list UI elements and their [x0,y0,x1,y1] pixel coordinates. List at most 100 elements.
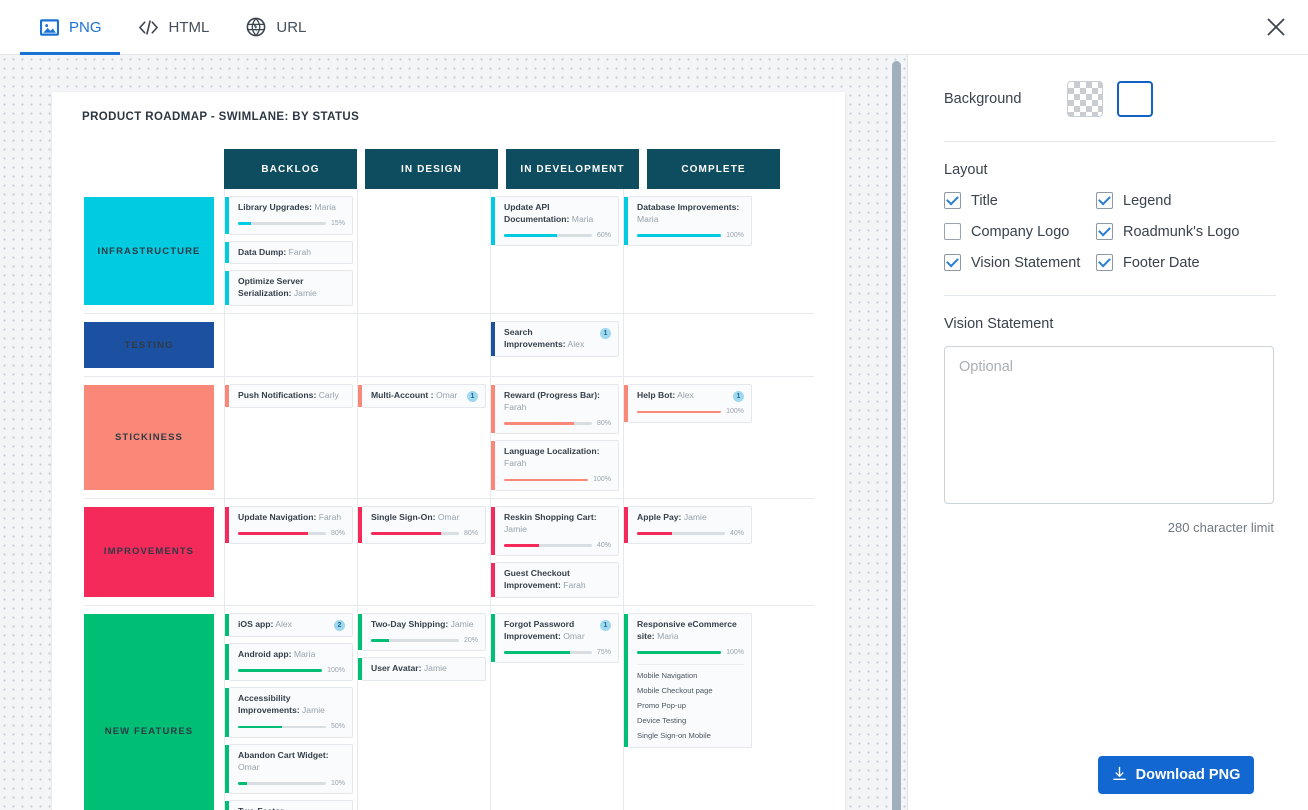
preview-scrollbar[interactable] [891,55,905,810]
preview-scrollbar-thumb[interactable] [892,61,901,810]
roadmap-card[interactable]: Two-Day Shipping: Jamie 20% [362,613,486,652]
roadmap-card[interactable]: Single Sign-On: Omar80% [362,506,486,545]
roadmap-card[interactable]: Reward (Progress Bar): Farah80% [495,384,619,434]
checkbox-checked-icon[interactable] [944,254,961,271]
tab-html[interactable]: HTML [120,0,228,54]
swimlane-label[interactable]: STICKINESS [84,385,214,490]
roadmap-card[interactable]: iOS app: Alex 2 [229,613,353,637]
card-head: Abandon Cart Widget: Omar [238,750,345,774]
roadmap-card[interactable]: Forgot Password Improvement: Omar175% [495,613,619,663]
card-text: Update API Documentation: Maria [504,202,611,226]
swimlane-label[interactable]: NEW FEATURES [84,614,214,810]
roadmap-card[interactable]: Library Upgrades: Maria15% [229,196,353,235]
layout-checkbox-roadmunk-s-logo[interactable]: Roadmunk's Logo [1096,223,1276,240]
roadmap-card[interactable]: User Avatar: Jamie [362,657,486,681]
progress-bar-track [637,532,725,535]
roadmap-card[interactable]: Reskin Shopping Cart: Jamie40% [495,506,619,556]
roadmap-card[interactable]: Update Navigation: Farah80% [229,506,353,545]
progress-bar-track [238,782,326,785]
roadmap-card[interactable]: Two-Factor Authentication: Maria100% [229,800,353,810]
roadmap-card[interactable]: Accessibility Improvements: Jamie50% [229,687,353,737]
card-progress: 20% [371,636,478,646]
swimlane-label[interactable]: INFRASTRUCTURE [84,197,214,305]
card-owner: Maria [572,214,594,224]
card-head: iOS app: Alex 2 [238,619,345,631]
layout-checkbox-vision-statement[interactable]: Vision Statement [944,254,1096,271]
card-owner: Omar [436,390,457,400]
download-png-button[interactable]: Download PNG [1098,756,1254,794]
roadmap-lanes: INFRASTRUCTURELibrary Upgrades: Maria15%… [84,189,814,810]
checkbox-checked-icon[interactable] [944,192,961,209]
progress-value: 10% [331,779,345,789]
swimlane-columns: iOS app: Alex 2 Android app: Maria100% Acce… [224,606,814,810]
card-title: Responsive eCommerce site: [637,619,737,641]
roadmap-card[interactable]: Multi-Account : Omar1 [362,384,486,408]
roadmap-card[interactable]: Search Improvements: Alex1 [495,321,619,357]
transparent-swatch[interactable] [1067,81,1103,117]
roadmap-card[interactable]: Abandon Cart Widget: Omar 10% [229,744,353,794]
progress-bar-fill [504,651,570,654]
roadmap-card[interactable]: Data Dump: Farah [229,241,353,265]
card-text: Guest Checkout Improvement: Farah [504,568,611,592]
vision-statement-input[interactable] [944,346,1274,504]
layout-checkbox-footer-date[interactable]: Footer Date [1096,254,1276,271]
tab-png[interactable]: PNG [20,0,120,54]
progress-bar-fill [371,532,441,535]
card-owner: Maria [637,214,659,224]
swimlane-cell: Two-Day Shipping: Jamie 20% User Avatar: J… [357,606,490,810]
swimlane-cell: Responsive eCommerce site: Maria100%Mobi… [623,606,756,810]
roadmap-card[interactable]: Database Improvements: Maria100% [628,196,752,246]
card-text: Single Sign-On: Omar [371,512,459,524]
layout-checkbox-legend[interactable]: Legend [1096,192,1276,209]
swimlane-columns: Library Upgrades: Maria15% Data Dump: Far… [224,189,814,313]
checkbox-checked-icon[interactable] [1096,192,1113,209]
globe-icon [245,16,267,38]
card-progress: 10% [238,779,345,789]
checkbox-unchecked-icon[interactable] [944,223,961,240]
card-owner: Jamie [451,619,474,629]
swimlane-row: IMPROVEMENTSUpdate Navigation: Farah80%S… [84,499,814,606]
roadmap-card[interactable]: Optimize Server Serialization: Jamie [229,270,353,306]
roadmap-card[interactable]: Language Localization: Farah100% [495,440,619,490]
layout-section-label: Layout [944,162,1276,178]
roadmap-card[interactable]: Help Bot: Alex1100% [628,384,752,423]
card-progress: 100% [637,648,744,658]
roadmap-card[interactable]: Responsive eCommerce site: Maria100%Mobi… [628,613,752,748]
card-text: Reskin Shopping Cart: Jamie [504,512,611,536]
close-icon[interactable] [1260,11,1292,43]
roadmap-title: PRODUCT ROADMAP - SWIMLANE: BY STATUS [52,92,845,123]
card-owner: Farah [563,580,585,590]
roadmap-card[interactable]: Push Notifications: Carly [229,384,353,408]
roadmap-card[interactable]: Update API Documentation: Maria60% [495,196,619,246]
card-head: Two-Day Shipping: Jamie [371,619,478,631]
card-head: Reward (Progress Bar): Farah [504,390,611,414]
white-swatch[interactable] [1117,81,1153,117]
card-head: User Avatar: Jamie [371,663,478,675]
checkbox-checked-icon[interactable] [1096,223,1113,240]
progress-value: 100% [726,407,744,417]
layout-checkbox-grid: TitleLegendCompany LogoRoadmunk's LogoVi… [944,192,1276,271]
tab-png-label: PNG [69,19,102,36]
card-text: iOS app: Alex [238,619,292,631]
layout-checkbox-title[interactable]: Title [944,192,1096,209]
card-text: Abandon Cart Widget: Omar [238,750,345,774]
card-head: Reskin Shopping Cart: Jamie [504,512,611,536]
progress-bar-track [238,222,326,225]
swimlane-cell: Push Notifications: Carly [224,377,357,498]
swimlane-label[interactable]: IMPROVEMENTS [84,507,214,597]
card-head: Guest Checkout Improvement: Farah [504,568,611,592]
progress-bar-track [371,639,459,642]
swimlane-label[interactable]: TESTING [84,322,214,368]
column-header: IN DEVELOPMENT [506,149,639,189]
roadmap-card[interactable]: Guest Checkout Improvement: Farah [495,562,619,598]
tab-url[interactable]: URL [227,0,324,54]
layout-checkbox-company-logo[interactable]: Company Logo [944,223,1096,240]
roadmap-card[interactable]: Apple Pay: Jamie40% [628,506,752,545]
card-owner: Farah [289,247,311,257]
roadmap-card[interactable]: Android app: Maria100% [229,643,353,682]
card-sublist: Mobile NavigationMobile Checkout pagePro… [637,664,744,741]
checkbox-checked-icon[interactable] [1096,254,1113,271]
card-badge: 2 [334,620,345,631]
card-text: Optimize Server Serialization: Jamie [238,276,345,300]
swimlane-cell: Reskin Shopping Cart: Jamie40% Guest Chec… [490,499,623,605]
